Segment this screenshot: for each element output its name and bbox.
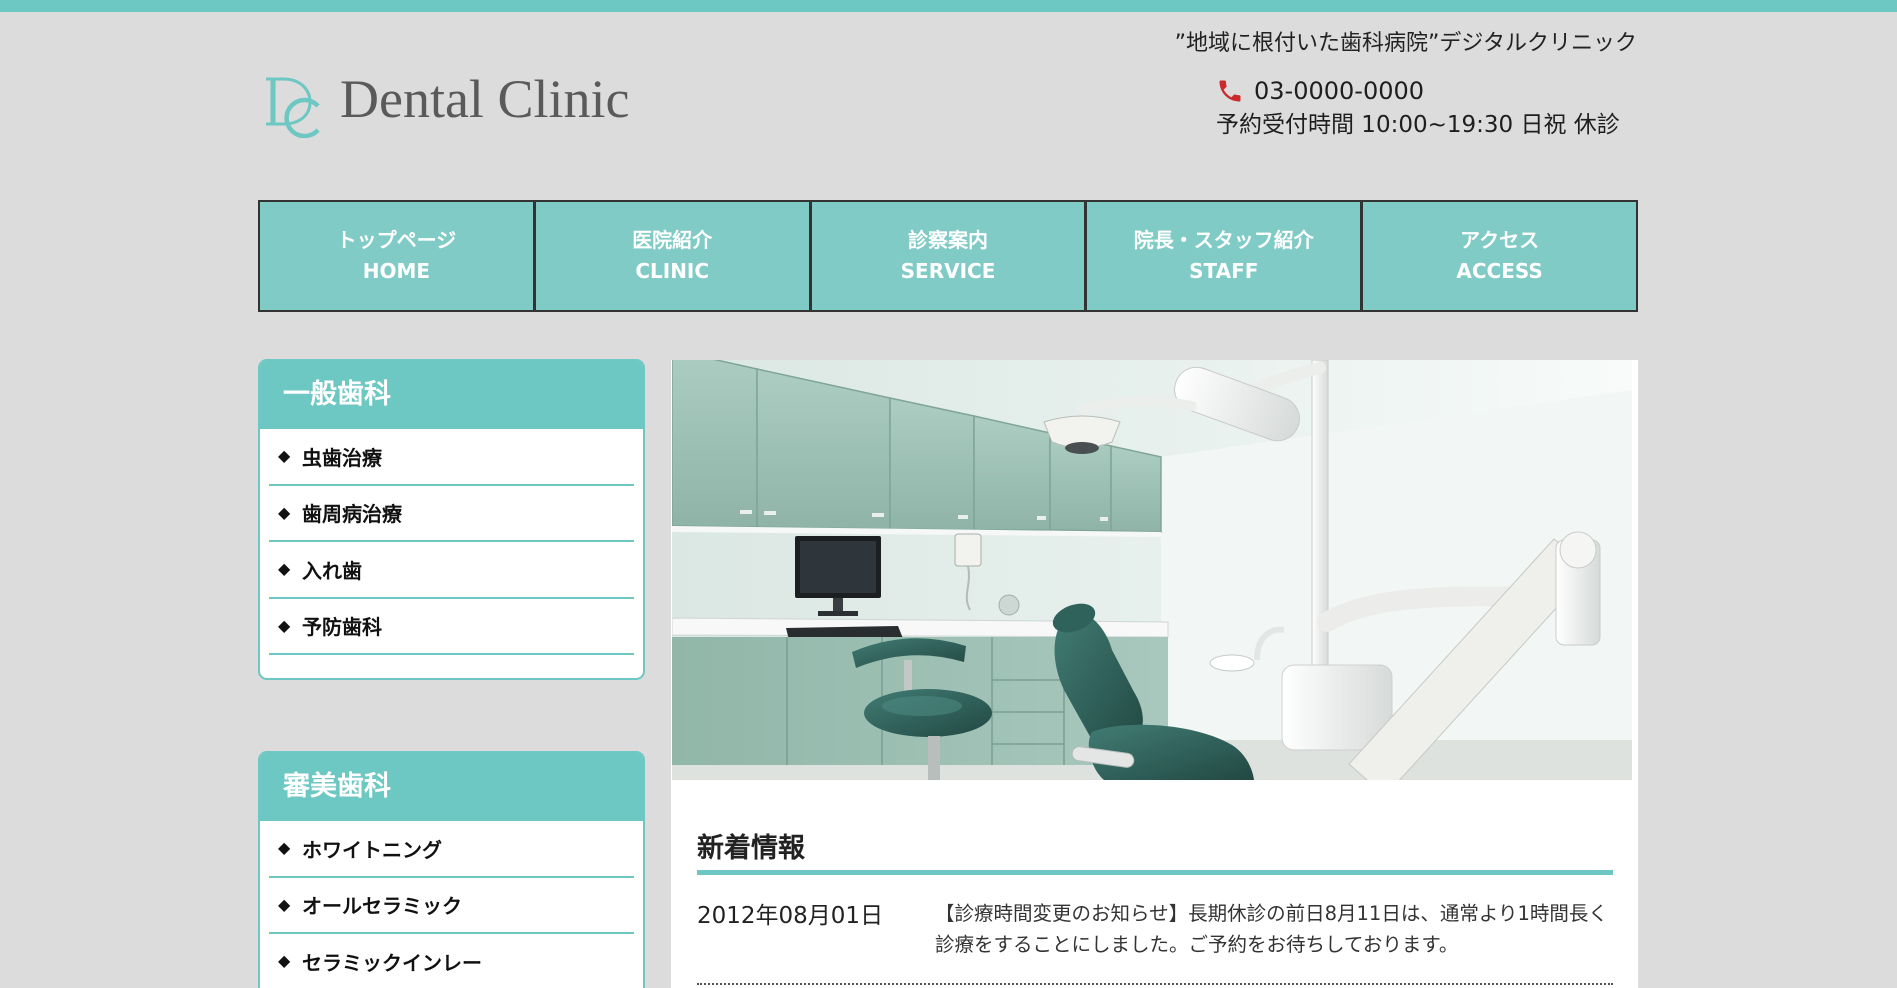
nav-item-label-ja: 院長・スタッフ紹介 [1133,228,1314,252]
monitor-screen [800,541,876,593]
side-menu-list: ◆ 虫歯治療 ◆ 歯周病治療 ◆ 入れ歯 ◆ 予防歯科 [269,429,634,655]
monitor-stand [833,598,843,611]
nav-item-clinic[interactable]: 医院紹介 CLINIC [535,202,809,310]
side-menu-item-label: 歯周病治療 [302,502,402,527]
nav-item-label-en: SERVICE [900,259,996,283]
nav-item-label-en: ACCESS [1456,259,1543,283]
nav-item-label-ja: 医院紹介 [632,228,713,252]
hero-image [672,360,1632,780]
global-nav: トップページ HOME 医院紹介 CLINIC 診察案内 SERVICE 院長・… [258,200,1638,312]
hand-mirror [998,594,1020,616]
news-text: 【診療時間変更のお知らせ】長期休診の前日8月11日は、通常より1時間長く診療をす… [935,902,1608,956]
side-menu-title: 審美歯科 [260,753,643,821]
side-menu-item-dentures[interactable]: ◆ 入れ歯 [269,542,634,599]
nav-item-staff[interactable]: 院長・スタッフ紹介 STAFF [1087,202,1361,310]
nav-item-service[interactable]: 診察案内 SERVICE [811,202,1085,310]
logo-monogram-icon [266,77,320,138]
nav-item-label-en: HOME [362,259,431,283]
logo-text: Dental Clinic [340,69,630,129]
cabinet-handle [740,510,752,514]
site-tagline: ”地域に根付いた歯科病院”デジタルクリニック [1174,31,1637,56]
cabinet-handle [872,513,884,517]
news-divider [697,983,1613,985]
nav-item-access[interactable]: アクセス ACCESS [1363,202,1636,310]
top-accent-bar [0,0,1897,12]
cabinet-door [756,368,891,530]
lamp-lens [1065,442,1099,454]
stool-post [928,736,940,780]
side-menu-item-cavity-treatment[interactable]: ◆ 虫歯治療 [269,429,634,486]
side-menu-title: 一般歯科 [260,361,643,429]
spittoon-bowl [1209,654,1255,672]
stool-seat-highlight [882,696,962,716]
side-menu-item-whitening[interactable]: ◆ ホワイトニング [269,821,634,878]
side-menu-general-dentistry: 一般歯科 ◆ 虫歯治療 ◆ 歯周病治療 ◆ 入れ歯 ◆ 予防歯科 [258,359,645,680]
phone-row: 03-0000-0000 [1216,76,1424,106]
dental-treatment-room-photo [672,360,1632,780]
side-menu-item-label: ホワイトニング [302,837,442,862]
news-date: 2012年08月01日 [697,903,884,929]
side-menu-item-label: 入れ歯 [302,558,362,583]
diamond-bullet-icon: ◆ [278,615,291,635]
wall-phone-body [954,533,982,567]
phone-handset-shape [1219,80,1241,102]
site-logo[interactable]: Dental Clinic [261,72,641,138]
cabinet-door [889,397,975,531]
cabinet-door [973,415,1051,531]
monitor-base [818,611,858,616]
diamond-bullet-icon: ◆ [278,951,291,971]
phone-number: 03-0000-0000 [1254,77,1425,105]
main-content: 新着情報 2012年08月01日 【診療時間変更のお知らせ】長期休診の前日8月1… [671,360,1638,988]
cabinet-handle [1037,516,1046,520]
news-section-title: 新着情報 [697,833,805,864]
side-menu-item-ceramic-inlay[interactable]: ◆ セラミックインレー [269,934,634,988]
diamond-bullet-icon: ◆ [278,559,291,579]
nav-item-home[interactable]: トップページ HOME [260,202,533,310]
news-title-underline [697,870,1613,875]
diamond-bullet-icon: ◆ [278,894,291,914]
side-menu-item-label: オールセラミック [302,894,462,919]
news-item: 2012年08月01日 【診療時間変更のお知らせ】長期休診の前日8月11日は、通… [697,898,1617,968]
side-menu-list: ◆ ホワイトニング ◆ オールセラミック ◆ セラミックインレー [269,821,634,988]
side-menu-item-all-ceramic[interactable]: ◆ オールセラミック [269,878,634,934]
nav-item-label-en: CLINIC [635,259,710,283]
side-menu-item-label: 予防歯科 [302,615,382,640]
nav-item-label-ja: トップページ [336,228,457,252]
nav-item-label-ja: 診察案内 [907,228,988,252]
side-menu-item-label: 虫歯治療 [302,445,382,470]
lamp-pole [1311,360,1329,706]
reservation-hours: 予約受付時間 10:00~19:30 日祝 休診 [1216,112,1620,138]
side-menu-item-periodontal-treatment[interactable]: ◆ 歯周病治療 [269,486,634,542]
side-menu-item-preventive-dentistry[interactable]: ◆ 予防歯科 [269,599,634,655]
cabinet-handle [1100,517,1108,521]
cabinet-door [1110,445,1162,533]
phone-icon [1216,77,1244,105]
cabinet-door [672,360,758,528]
phone-icon-graphic [1219,80,1241,102]
side-menu-aesthetic-dentistry: 審美歯科 ◆ ホワイトニング ◆ オールセラミック ◆ セラミックインレー [258,751,645,988]
diamond-bullet-icon: ◆ [278,838,291,858]
diamond-bullet-icon: ◆ [278,502,291,522]
cabinet-handle [764,511,776,515]
side-menu-item-label: セラミックインレー [302,950,482,975]
arm-pivot [1559,531,1597,569]
nav-item-label-en: STAFF [1189,259,1259,283]
cabinet-handle [958,515,968,519]
diamond-bullet-icon: ◆ [278,446,291,466]
nav-item-label-ja: アクセス [1460,228,1540,252]
